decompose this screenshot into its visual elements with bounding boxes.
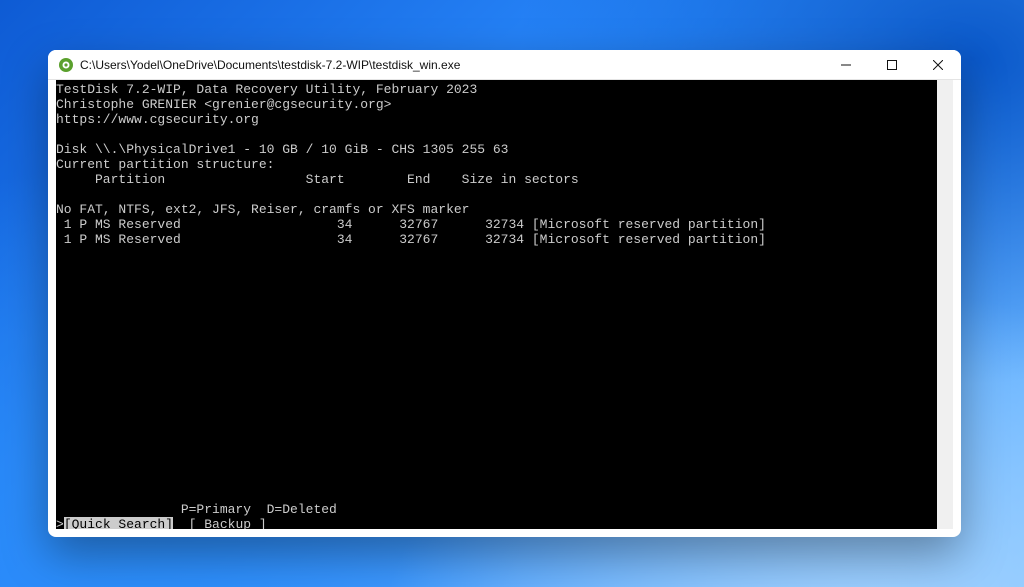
- window-controls: [823, 50, 961, 79]
- terminal-output: TestDisk 7.2-WIP, Data Recovery Utility,…: [56, 82, 953, 529]
- titlebar[interactable]: C:\Users\Yodel\OneDrive\Documents\testdi…: [48, 50, 961, 80]
- disk-info-line: Disk \\.\PhysicalDrive1 - 10 GB / 10 GiB…: [56, 142, 508, 157]
- window-title: C:\Users\Yodel\OneDrive\Documents\testdi…: [80, 58, 823, 72]
- structure-heading: Current partition structure:: [56, 157, 274, 172]
- url-line: https://www.cgsecurity.org: [56, 112, 259, 127]
- console-window: C:\Users\Yodel\OneDrive\Documents\testdi…: [48, 50, 961, 537]
- terminal-area[interactable]: TestDisk 7.2-WIP, Data Recovery Utility,…: [56, 80, 953, 529]
- author-line: Christophe GRENIER <grenier@cgsecurity.o…: [56, 97, 391, 112]
- backup-menu-item[interactable]: [ Backup ]: [173, 517, 267, 529]
- app-name-line: TestDisk 7.2-WIP, Data Recovery Utility,…: [56, 82, 477, 97]
- app-icon: [58, 57, 74, 73]
- column-headers: Partition Start End Size in sectors: [56, 172, 579, 187]
- vertical-scrollbar[interactable]: [937, 80, 953, 529]
- legend-line: P=Primary D=Deleted: [56, 502, 337, 517]
- menu-caret: >: [56, 517, 64, 529]
- minimize-button[interactable]: [823, 50, 869, 79]
- partition-row-1: 1 P MS Reserved 34 32767 32734 [Microsof…: [56, 217, 766, 232]
- partition-row-2: 1 P MS Reserved 34 32767 32734 [Microsof…: [56, 232, 766, 247]
- maximize-button[interactable]: [869, 50, 915, 79]
- close-button[interactable]: [915, 50, 961, 79]
- no-marker-line: No FAT, NTFS, ext2, JFS, Reiser, cramfs …: [56, 202, 469, 217]
- quick-search-menu-item[interactable]: [Quick Search]: [64, 517, 173, 529]
